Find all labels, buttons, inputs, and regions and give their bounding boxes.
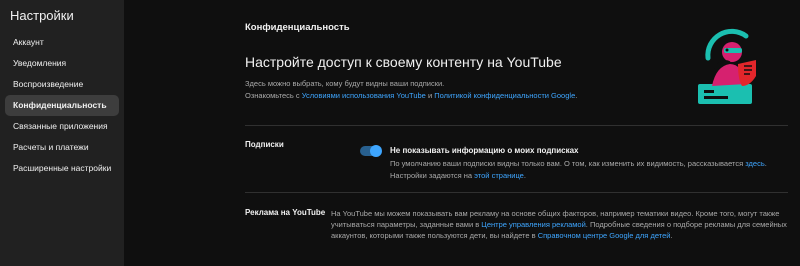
desc-text: Настройки задаются на xyxy=(390,171,475,180)
sidebar-title: Настройки xyxy=(10,8,74,23)
divider xyxy=(245,125,788,126)
hide-subscriptions-toggle[interactable] xyxy=(360,145,382,157)
desc-text: . xyxy=(764,159,767,168)
subscriptions-description: По умолчанию ваши подписки видны только … xyxy=(390,158,790,182)
sidebar-item-notifications[interactable]: Уведомления xyxy=(5,53,119,74)
terms-link[interactable]: Условиями использования YouTube xyxy=(302,91,426,100)
main-content: Конфиденциальность Настройте доступ к св… xyxy=(124,0,800,266)
hero-line-1: Здесь можно выбрать, кому будут видны ва… xyxy=(245,79,445,88)
desc-text: По умолчанию ваши подписки видны только … xyxy=(390,159,746,168)
ad-center-link[interactable]: Центре управления рекламой xyxy=(481,220,585,229)
hero-text: и xyxy=(425,91,435,100)
hero-text: Ознакомьтесь с xyxy=(245,91,302,100)
privacy-illustration xyxy=(698,28,756,104)
sidebar-item-advanced[interactable]: Расширенные настройки xyxy=(5,158,119,179)
sidebar-item-privacy[interactable]: Конфиденциальность xyxy=(5,95,119,116)
hero-title: Настройте доступ к своему контенту на Yo… xyxy=(245,54,562,70)
subscriptions-desc-line-2: Настройки задаются на этой странице. xyxy=(390,170,790,182)
privacy-policy-link[interactable]: Политикой конфиденциальности Google xyxy=(434,91,575,100)
hero-line-2: Ознакомьтесь с Условиями использования Y… xyxy=(245,90,577,102)
divider xyxy=(245,192,788,193)
sidebar-item-billing[interactable]: Расчеты и платежи xyxy=(5,137,119,158)
sidebar: Настройки Аккаунт Уведомления Воспроизве… xyxy=(0,0,124,266)
subscriptions-label: Подписки xyxy=(245,140,284,149)
hero-text: . xyxy=(575,91,578,100)
sidebar-item-account[interactable]: Аккаунт xyxy=(5,32,119,53)
sidebar-item-playback[interactable]: Воспроизведение xyxy=(5,74,119,95)
settings-page-link[interactable]: этой странице xyxy=(474,171,524,180)
toggle-knob xyxy=(370,145,382,157)
hide-subscriptions-title: Не показывать информацию о моих подписка… xyxy=(390,146,579,155)
ads-label: Реклама на YouTube xyxy=(245,208,326,217)
kids-help-center-link[interactable]: Справочном центре Google для детей xyxy=(538,231,671,240)
desc-text: . xyxy=(523,171,526,180)
visibility-help-link[interactable]: здесь xyxy=(745,159,764,168)
sidebar-item-connected-apps[interactable]: Связанные приложения xyxy=(5,116,119,137)
subscriptions-desc-line-1: По умолчанию ваши подписки видны только … xyxy=(390,158,790,170)
page-title: Конфиденциальность xyxy=(245,22,350,33)
hero-description: Здесь можно выбрать, кому будут видны ва… xyxy=(245,78,577,102)
ads-text: . xyxy=(670,231,673,240)
ads-description: На YouTube мы можем показывать вам рекла… xyxy=(331,208,791,241)
